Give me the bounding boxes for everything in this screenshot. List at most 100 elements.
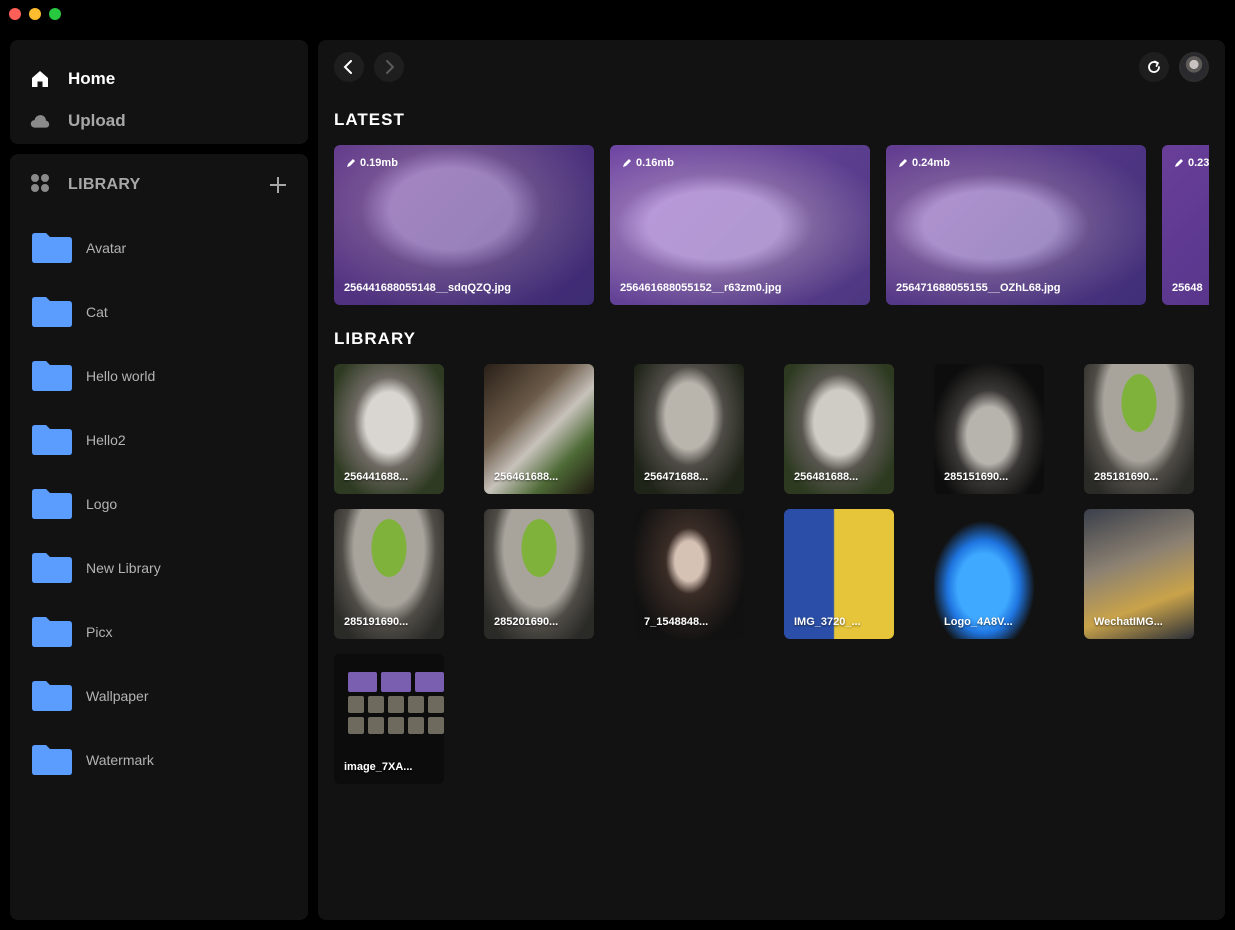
home-icon: [30, 69, 50, 89]
library-card[interactable]: 285191690...: [334, 509, 444, 639]
folder-name: Picx: [86, 624, 113, 640]
file-name: 256441688055148__sdqQZQ.jpg: [344, 282, 511, 294]
folder-name: Cat: [86, 304, 108, 320]
maximize-window-button[interactable]: [49, 8, 61, 20]
library-card[interactable]: 256481688...: [784, 364, 894, 494]
folder-icon: [32, 489, 72, 519]
folder-name: New Library: [86, 560, 161, 576]
file-name: 7_1548848...: [644, 616, 709, 628]
back-button[interactable]: [334, 52, 364, 82]
folder-item[interactable]: Logo: [10, 472, 308, 536]
top-bar: [334, 52, 1209, 82]
file-name: 256471688...: [644, 471, 709, 483]
file-name: WechatIMG...: [1094, 616, 1163, 628]
close-window-button[interactable]: [9, 8, 21, 20]
library-card[interactable]: WechatIMG...: [1084, 509, 1194, 639]
folder-icon: [32, 617, 72, 647]
file-size: 0.24mb: [898, 157, 950, 169]
folder-name: Watermark: [86, 752, 154, 768]
library-sidebar: LIBRARY Avatar Cat Hello world Hello2 Lo…: [10, 154, 308, 920]
library-card[interactable]: Logo_4A8V...: [934, 509, 1044, 639]
nav-panel: Home Upload: [10, 40, 308, 144]
pencil-icon: [623, 159, 631, 167]
folder-item[interactable]: Cat: [10, 280, 308, 344]
library-card[interactable]: IMG_3720_...: [784, 509, 894, 639]
library-title: LIBRARY: [68, 176, 141, 193]
avatar[interactable]: [1179, 52, 1209, 82]
nav-item-upload[interactable]: Upload: [10, 100, 308, 142]
folder-item[interactable]: Avatar: [10, 216, 308, 280]
folder-name: Wallpaper: [86, 688, 149, 704]
folder-icon: [32, 553, 72, 583]
latest-card[interactable]: 0.23 25648: [1162, 145, 1209, 305]
pencil-icon: [899, 159, 907, 167]
latest-card[interactable]: 0.16mb 256461688055152__r63zm0.jpg: [610, 145, 870, 305]
latest-title: LATEST: [334, 110, 405, 129]
refresh-button[interactable]: [1139, 52, 1169, 82]
nav-item-home[interactable]: Home: [10, 58, 308, 100]
refresh-icon: [1148, 60, 1160, 73]
file-size-label: 0.24mb: [912, 157, 950, 169]
folder-item[interactable]: Hello world: [10, 344, 308, 408]
folder-item[interactable]: Watermark: [10, 728, 308, 792]
nav-item-label: Upload: [68, 111, 126, 130]
file-name: 256471688055155__OZhL68.jpg: [896, 282, 1061, 294]
folder-item[interactable]: Wallpaper: [10, 664, 308, 728]
pencil-icon: [1175, 159, 1183, 167]
library-card[interactable]: image_7XA...: [334, 654, 444, 784]
folder-icon: [32, 681, 72, 711]
main-content: LATEST 0.19mb 256441688055148__sdqQZQ.jp…: [318, 40, 1225, 920]
latest-card[interactable]: 0.19mb 256441688055148__sdqQZQ.jpg: [334, 145, 594, 305]
file-name: IMG_3720_...: [794, 616, 861, 628]
file-name: 256461688...: [494, 471, 559, 483]
latest-card[interactable]: 0.24mb 256471688055155__OZhL68.jpg: [886, 145, 1146, 305]
file-size-label: 0.16mb: [636, 157, 674, 169]
pencil-icon: [347, 159, 355, 167]
folder-name: Logo: [86, 496, 118, 512]
file-size: 0.23: [1174, 157, 1209, 169]
nav-item-label: Home: [68, 69, 116, 88]
file-size: 0.16mb: [622, 157, 674, 169]
forward-button[interactable]: [374, 52, 404, 82]
library-header: LIBRARY: [10, 154, 308, 216]
chevron-right-icon: [386, 60, 395, 74]
folder-list: Avatar Cat Hello world Hello2 Logo New L…: [10, 216, 308, 792]
file-size-label: 0.19mb: [360, 157, 398, 169]
file-name: 285201690...: [494, 616, 559, 628]
library-card[interactable]: 285201690...: [484, 509, 594, 639]
file-size-label: 0.23: [1188, 157, 1209, 169]
chevron-left-icon: [343, 60, 352, 74]
folder-icon: [32, 233, 72, 263]
file-name: Logo_4A8V...: [944, 616, 1013, 628]
folder-icon: [32, 297, 72, 327]
library-card[interactable]: 7_1548848...: [634, 509, 744, 639]
file-size: 0.19mb: [346, 157, 398, 169]
library-card[interactable]: 256441688...: [334, 364, 444, 494]
file-name: 256481688...: [794, 471, 859, 483]
folder-name: Avatar: [86, 240, 127, 256]
file-name: 285151690...: [944, 471, 1009, 483]
file-name: 256461688055152__r63zm0.jpg: [620, 282, 782, 294]
folder-item[interactable]: New Library: [10, 536, 308, 600]
minimize-window-button[interactable]: [29, 8, 41, 20]
folder-item[interactable]: Hello2: [10, 408, 308, 472]
screenshot-thumbnail: [348, 672, 444, 738]
latest-carousel: 0.19mb 256441688055148__sdqQZQ.jpg 0.16m…: [334, 145, 1209, 305]
folder-icon: [32, 361, 72, 391]
folder-name: Hello world: [86, 368, 156, 384]
library-card[interactable]: 256471688...: [634, 364, 744, 494]
file-name: image_7XA...: [344, 761, 413, 773]
folder-icon: [32, 745, 72, 775]
library-card[interactable]: 285181690...: [1084, 364, 1194, 494]
file-name: 256441688...: [344, 471, 409, 483]
library-grid-icon: [30, 173, 50, 198]
folder-item[interactable]: Picx: [10, 600, 308, 664]
library-card[interactable]: 285151690...: [934, 364, 1044, 494]
folder-name: Hello2: [86, 432, 126, 448]
add-library-button[interactable]: [268, 175, 288, 195]
file-name: 25648: [1172, 282, 1203, 294]
library-section-title: LIBRARY: [334, 329, 416, 348]
window-controls: [9, 8, 61, 20]
folder-icon: [32, 425, 72, 455]
library-card[interactable]: 256461688...: [484, 364, 594, 494]
